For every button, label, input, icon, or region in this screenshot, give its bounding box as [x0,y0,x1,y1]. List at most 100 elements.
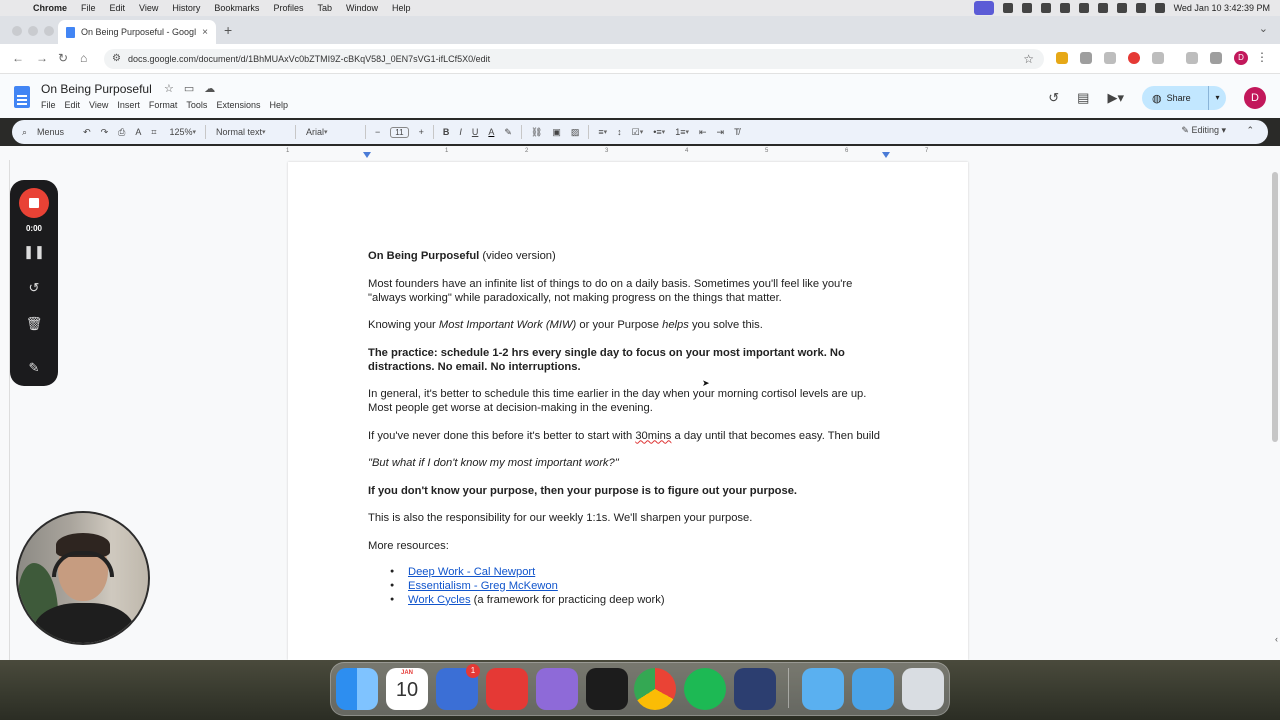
insert-link-icon[interactable]: ⛓ [531,127,542,138]
italic-icon[interactable]: I [459,127,462,137]
text-color-icon[interactable]: A [488,127,494,137]
font-size-input[interactable]: 11 [390,126,409,138]
extension-icon[interactable] [1056,52,1068,64]
stop-recording-button[interactable] [19,188,49,218]
chrome-menu-icon[interactable]: ⋮ [1256,50,1268,64]
docs-menu-edit[interactable]: Edit [65,100,81,110]
side-panel-icon[interactable] [1210,52,1222,64]
side-panel-toggle-icon[interactable]: ‹ [1275,634,1278,644]
restart-icon[interactable]: ↺ [10,280,58,296]
app-icon[interactable] [734,668,776,710]
doc-paragraph-bold[interactable]: If you don't know your purpose, then you… [368,484,888,498]
draw-pen-icon[interactable]: ✎ [10,360,58,376]
numbered-list-icon[interactable]: 1≡ [675,127,689,137]
app-icon[interactable] [586,668,628,710]
extension-icon[interactable] [1104,52,1116,64]
doc-paragraph[interactable]: If you've never done this before it's be… [368,429,888,443]
forward-icon[interactable]: → [36,51,48,65]
editing-mode-select[interactable]: ✎ Editing ▾ [1181,125,1226,136]
docs-menu-help[interactable]: Help [269,100,288,110]
docs-menu-tools[interactable]: Tools [186,100,207,110]
doc-paragraph[interactable]: Knowing your Most Important Work (MIW) o… [368,318,888,332]
right-indent-marker[interactable] [882,152,890,158]
wifi-icon[interactable] [1116,3,1127,13]
undo-icon[interactable]: ↶ [83,127,91,138]
site-info-icon[interactable]: ⚙ [112,53,121,64]
redo-icon[interactable]: ↷ [101,127,109,138]
browser-tab[interactable]: On Being Purposeful - Googl × [58,20,216,44]
extensions-puzzle-icon[interactable] [1152,52,1164,64]
status-icon[interactable] [1078,3,1089,13]
calendar-icon[interactable]: JAN 10 [386,668,428,710]
menu-help[interactable]: Help [392,3,411,13]
horizontal-ruler[interactable]: 1 1 2 3 4 5 6 7 [286,148,968,160]
move-folder-icon[interactable]: ▭ [184,82,194,95]
docs-menu-view[interactable]: View [89,100,108,110]
reading-list-icon[interactable] [1186,52,1198,64]
highlight-icon[interactable]: ✎ [504,127,512,138]
zoom-select[interactable]: 125% [169,127,196,137]
align-icon[interactable]: ≡ [598,127,607,137]
increase-font-icon[interactable]: + [419,127,424,137]
cloud-status-icon[interactable]: ☁ [204,82,215,95]
print-icon[interactable]: ⎙ [118,127,125,138]
docs-menu-file[interactable]: File [41,100,56,110]
comments-icon[interactable]: ▤ [1077,90,1089,106]
finder-icon[interactable] [336,668,378,710]
style-select[interactable]: Normal text [216,127,286,137]
bulleted-list-icon[interactable]: •≡ [653,127,665,137]
clear-formatting-icon[interactable]: T̸ [734,127,740,137]
resource-link[interactable]: Essentialism - Greg McKewon [408,580,558,592]
screen-record-icon[interactable] [973,1,994,15]
search-menus-input[interactable]: Menus [37,127,64,137]
status-icon[interactable] [1002,3,1013,13]
spelling-error-run[interactable]: 30mins [635,430,671,442]
resource-link[interactable]: Deep Work - Cal Newport [408,566,535,578]
menu-view[interactable]: View [139,3,158,13]
resource-link[interactable]: Work Cycles [408,594,471,606]
extension-icon[interactable] [1080,52,1092,64]
clock[interactable]: Wed Jan 10 3:42:39 PM [1174,3,1270,13]
status-icon[interactable] [1059,3,1070,13]
bold-icon[interactable]: B [443,127,450,137]
downloads-folder-icon[interactable] [802,668,844,710]
home-icon[interactable]: ⌂ [80,51,87,65]
docs-menu-format[interactable]: Format [149,100,178,110]
search-icon[interactable] [1135,3,1146,13]
menu-tab[interactable]: Tab [317,3,332,13]
add-comment-icon[interactable]: ▣ [552,127,561,138]
doc-paragraph[interactable]: This is also the responsibility for our … [368,511,888,525]
maximize-window-button[interactable] [44,26,54,36]
control-center-icon[interactable] [1154,3,1165,13]
bluetooth-icon[interactable] [1097,3,1108,13]
increase-indent-icon[interactable]: ⇥ [717,127,725,138]
star-icon[interactable]: ☆ [164,82,174,95]
meet-icon[interactable]: ▶▾ [1107,90,1124,106]
underline-icon[interactable]: U [472,127,479,137]
version-history-icon[interactable]: ↺ [1048,90,1059,106]
pause-icon[interactable]: ❚❚ [10,244,58,260]
font-select[interactable]: Arial [306,127,356,137]
line-spacing-icon[interactable]: ↕ [617,127,622,137]
menu-profiles[interactable]: Profiles [273,3,303,13]
menu-history[interactable]: History [172,3,200,13]
delete-icon[interactable]: 🗑 [10,316,58,332]
paint-format-icon[interactable]: ⌗ [151,127,156,138]
tab-search-icon[interactable]: ⌄ [1259,22,1268,35]
extension-icon[interactable] [1128,52,1140,64]
share-button[interactable]: ◍ Share ▾ [1142,86,1226,110]
webcam-bubble[interactable] [16,511,150,645]
document-page[interactable]: On Being Purposeful (video version) Most… [288,162,968,660]
share-dropdown-icon[interactable]: ▾ [1208,86,1226,110]
trash-icon[interactable] [902,668,944,710]
new-tab-button[interactable]: + [224,22,232,38]
back-icon[interactable]: ← [12,51,24,65]
docs-logo-icon[interactable] [14,86,30,108]
menu-edit[interactable]: Edit [110,3,126,13]
folder-icon[interactable] [852,668,894,710]
close-tab-icon[interactable]: × [202,27,208,38]
docs-menu-insert[interactable]: Insert [117,100,140,110]
vertical-scrollbar[interactable] [1272,172,1278,442]
spellcheck-icon[interactable]: A [135,127,141,137]
menu-bookmarks[interactable]: Bookmarks [214,3,259,13]
